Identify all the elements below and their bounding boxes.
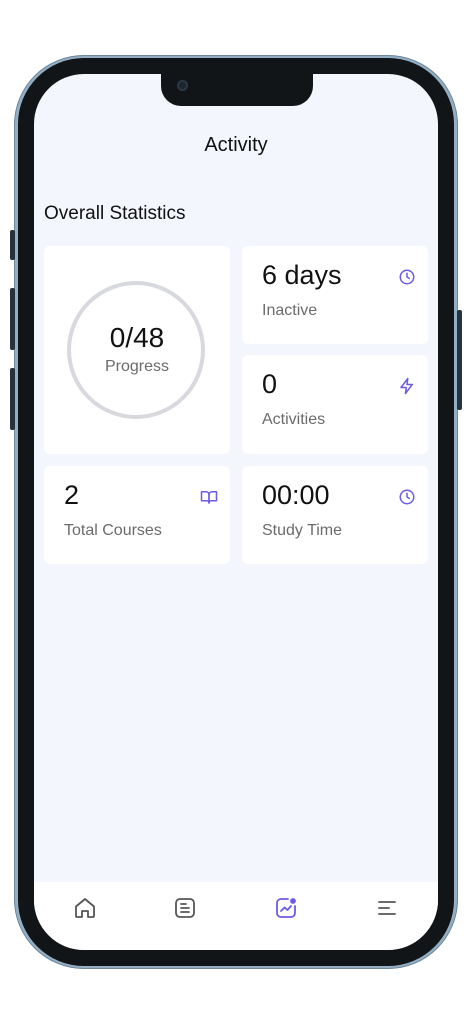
activities-label: Activities [262, 411, 326, 428]
bolt-icon [398, 377, 416, 395]
clock-icon [398, 488, 416, 506]
total-courses-value: 2 [64, 480, 80, 510]
nav-home[interactable] [73, 896, 97, 920]
clock-icon [398, 268, 416, 286]
nav-activity[interactable] [274, 896, 298, 920]
nav-documents[interactable] [173, 896, 197, 920]
volume-down-button [10, 368, 15, 430]
volume-up-button [10, 288, 15, 350]
nav-menu[interactable] [375, 896, 399, 920]
activities-card: 0 Activities [242, 355, 428, 454]
camera-icon [177, 80, 188, 91]
menu-icon [378, 901, 396, 915]
progress-card: 0/48 Progress [44, 246, 230, 454]
total-courses-card: 2 Total Courses [44, 466, 230, 564]
bottom-nav [34, 882, 438, 950]
page-title: Activity [204, 134, 268, 156]
progress-value: 0/48 [109, 322, 165, 353]
activities-value: 0 [262, 369, 278, 399]
chart-icon [276, 898, 296, 918]
mute-switch [10, 230, 15, 260]
study-time-card: 00:00 Study Time [242, 466, 428, 564]
power-button [457, 310, 462, 410]
total-courses-label: Total Courses [64, 522, 162, 539]
notch [161, 74, 313, 106]
section-title: Overall Statistics [44, 203, 186, 224]
progress-label: Progress [104, 358, 170, 375]
book-icon [200, 488, 218, 506]
inactive-value: 6 days [262, 260, 342, 290]
screen: Activity Overall Statistics 0/48 Progres… [34, 74, 438, 950]
document-icon [175, 898, 195, 918]
inactive-label: Inactive [262, 302, 318, 319]
home-icon [75, 898, 95, 918]
inactive-card: 6 days Inactive [242, 246, 428, 344]
study-time-value: 00:00 [262, 480, 330, 510]
study-time-label: Study Time [262, 522, 343, 539]
